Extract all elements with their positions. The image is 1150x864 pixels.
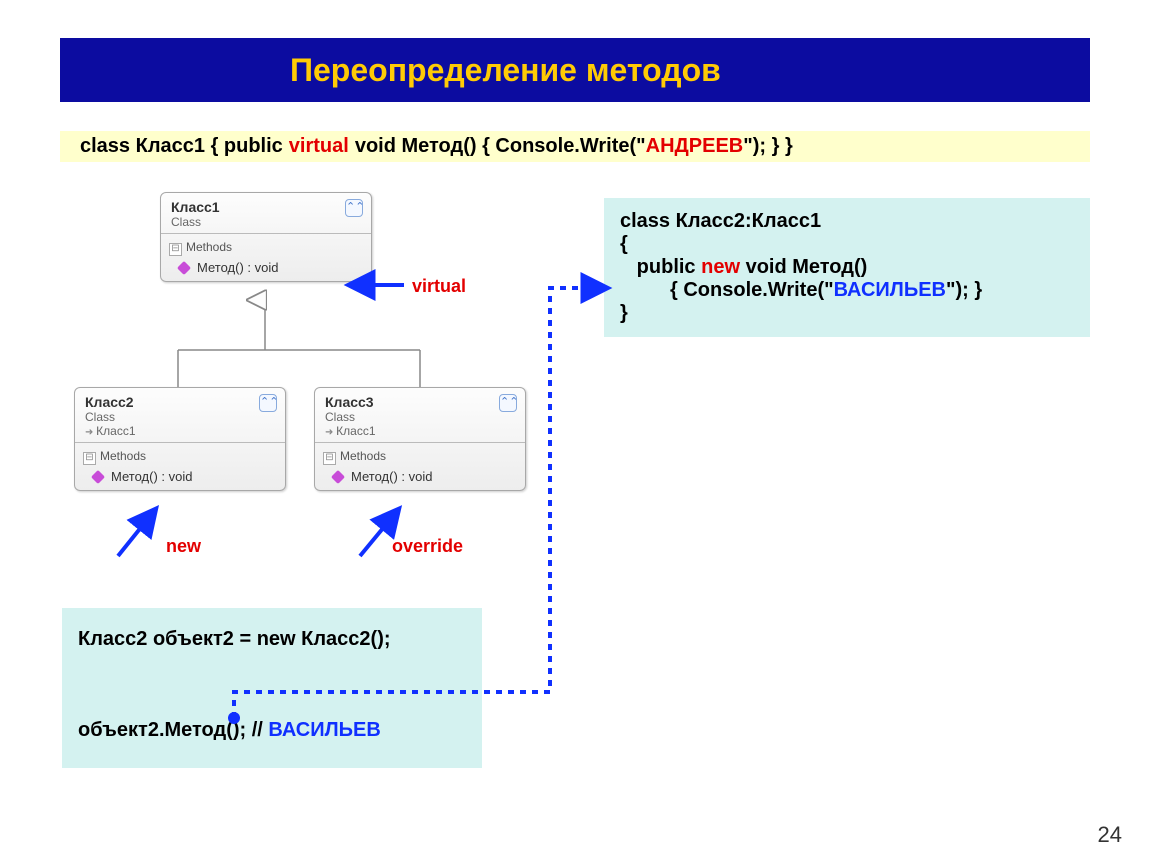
- uml-parent: Класс1: [85, 424, 275, 438]
- code-box-class2: class Класс2:Класс1 { public new void Ме…: [604, 198, 1090, 337]
- code-line: }: [620, 302, 1074, 325]
- string-literal: ВАСИЛЬЕВ: [834, 279, 946, 301]
- label-virtual: virtual: [412, 276, 466, 297]
- collapse-icon[interactable]: ⌃⌃: [345, 199, 363, 217]
- code-box-usage: Класс2 объект2 = new Класс2(); объект2.М…: [62, 608, 482, 768]
- page-number: 24: [1098, 822, 1122, 848]
- uml-class-sub: Class: [325, 410, 515, 424]
- code-line: объект2.Метод(); // ВАСИЛЬЕВ: [78, 719, 466, 742]
- uml-class1: Класс1 Class ⌃⌃ Methods Метод() : void: [160, 192, 372, 282]
- label-override: override: [392, 536, 463, 557]
- uml-method: Метод() : void: [323, 469, 517, 484]
- uml-method: Метод() : void: [83, 469, 277, 484]
- uml-section-header: Methods: [169, 240, 363, 256]
- output-value: ВАСИЛЬЕВ: [268, 719, 380, 741]
- uml-class-name: Класс2: [85, 394, 275, 410]
- keyword-virtual: virtual: [289, 135, 349, 158]
- code-line: Класс2 объект2 = new Класс2();: [78, 628, 466, 651]
- code-strip-class1: class Класс1 { public virtual void Метод…: [60, 128, 1090, 162]
- uml-class3: Класс3 Class Класс1 ⌃⌃ Methods Метод() :…: [314, 387, 526, 491]
- code-line: class Класс2:Класс1: [620, 210, 1074, 233]
- uml-class2: Класс2 Class Класс1 ⌃⌃ Methods Метод() :…: [74, 387, 286, 491]
- collapse-icon[interactable]: ⌃⌃: [259, 394, 277, 412]
- label-new: new: [166, 536, 201, 557]
- keyword-new: new: [701, 256, 740, 278]
- uml-class-name: Класс3: [325, 394, 515, 410]
- code-line: { Console.Write("ВАСИЛЬЕВ"); }: [620, 279, 1074, 302]
- uml-class-name: Класс1: [171, 199, 361, 215]
- uml-section-header: Methods: [83, 449, 277, 465]
- string-literal: АНДРЕЕВ: [646, 135, 744, 158]
- uml-method: Метод() : void: [169, 260, 363, 275]
- code-line: public new void Метод(): [620, 256, 1074, 279]
- uml-class-sub: Class: [171, 215, 361, 229]
- slide-title: Переопределение методов: [60, 38, 1090, 102]
- uml-parent: Класс1: [325, 424, 515, 438]
- uml-class-sub: Class: [85, 410, 275, 424]
- uml-section-header: Methods: [323, 449, 517, 465]
- code-text: class Класс1 { public: [80, 135, 283, 158]
- code-line: {: [620, 233, 1074, 256]
- code-text: "); } }: [743, 135, 792, 158]
- code-text: void Метод() { Console.Write(": [355, 135, 646, 158]
- collapse-icon[interactable]: ⌃⌃: [499, 394, 517, 412]
